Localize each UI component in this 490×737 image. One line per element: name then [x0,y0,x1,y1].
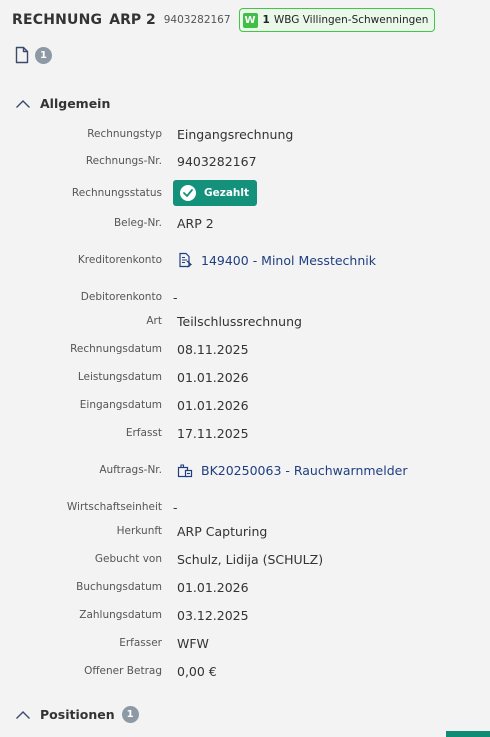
field-value: 01.01.2026 [177,579,249,595]
field-buchungsdatum: Buchungsdatum 01.01.2026 [0,578,490,596]
field-label: Eingangsdatum [79,399,162,411]
field-auftrags-nr: Auftrags-Nr. BK20250063 - Rauchwarnmelde… [0,460,490,480]
field-label: Rechnungstyp [87,128,162,140]
field-label: Rechnungsdatum [70,343,162,355]
field-leistungsdatum: Leistungsdatum 01.01.2026 [0,368,490,386]
field-value: 0,00 € [177,663,217,679]
field-rechnungsdatum: Rechnungsdatum 08.11.2025 [0,340,490,358]
page-header: RECHNUNG ARP 2 9403282167 W 1 WBG Villin… [12,8,436,32]
field-eingangsdatum: Eingangsdatum 01.01.2026 [0,396,490,414]
file-icon[interactable] [15,46,29,64]
field-zahlungsdatum: Zahlungsdatum 03.12.2025 [0,606,490,624]
field-herkunft: Herkunft ARP Capturing [0,522,490,540]
field-label: Rechnungsstatus [71,187,162,199]
chevron-up-icon [16,99,30,108]
field-value: WFW [177,635,209,651]
order-text: BK20250063 - Rauchwarnmelder [201,462,408,478]
check-circle-icon [180,185,196,201]
section-general-toggle[interactable]: Allgemein [15,96,110,111]
field-gebucht-von: Gebucht von Schulz, Lidija (SCHULZ) [0,550,490,568]
field-value: 01.01.2026 [177,397,249,413]
field-art: Art Teilschlussrechnung [0,312,490,330]
field-erfasser: Erfasser WFW [0,634,490,652]
field-value: - [173,499,178,515]
field-value: Eingangsrechnung [177,126,294,142]
field-rechnungstyp: Rechnungstyp Eingangsrechnung [0,125,490,143]
field-rechnungs-nr: Rechnungs-Nr. 9403282167 [0,152,490,170]
field-value: 01.01.2026 [177,369,249,385]
status-label: Gezahlt [204,187,250,199]
chevron-up-icon [16,710,30,719]
field-label: Kreditorenkonto [77,254,162,266]
order-link[interactable]: BK20250063 - Rauchwarnmelder [177,462,407,478]
field-label: Auftrags-Nr. [99,464,162,476]
field-value: 08.11.2025 [177,341,249,357]
field-rechnungsstatus: Rechnungsstatus Gezahlt [0,180,490,206]
field-value: Schulz, Lidija (SCHULZ) [177,551,324,567]
field-label: Herkunft [116,525,162,537]
creditor-account-link[interactable]: 149400 - Minol Messtechnik [177,252,376,268]
attachments-row[interactable]: 1 [15,46,52,64]
document-type: RECHNUNG [12,12,103,28]
attachment-count-badge: 1 [35,46,52,64]
company-code: 1 [262,14,270,26]
field-erfasst: Erfasst 17.11.2025 [0,424,490,442]
field-value: 17.11.2025 [177,425,249,441]
field-value: 9403282167 [177,153,257,169]
section-general-title: Allgemein [40,96,111,111]
order-icon [177,464,193,478]
company-name: WBG Villingen-Schwenningen [273,14,429,26]
company-badge[interactable]: W 1 WBG Villingen-Schwenningen [238,8,436,32]
document-number: 9403282167 [163,14,231,26]
field-label: Gebucht von [94,553,162,565]
creditor-account-icon [179,252,193,268]
field-value: 03.12.2025 [177,607,249,623]
field-label: Erfasst [125,427,162,439]
bottom-accent-bar [446,731,490,737]
field-label: Rechnungs-Nr. [85,155,162,167]
field-kreditorenkonto: Kreditorenkonto 149400 - Minol Messtechn… [0,250,490,270]
company-logo-icon: W [242,12,258,28]
field-label: Offener Betrag [84,665,162,677]
section-positions-toggle[interactable]: Positionen 1 [15,706,139,723]
field-value: - [173,289,178,305]
field-label: Erfasser [119,637,162,649]
field-value: ARP Capturing [177,523,268,539]
field-label: Wirtschaftseinheit [66,501,162,513]
field-label: Zahlungsdatum [79,609,162,621]
field-label: Debitorenkonto [80,291,162,303]
positions-count-badge: 1 [121,706,139,723]
field-beleg-nr: Beleg-Nr. ARP 2 [0,214,490,232]
field-label: Art [146,315,162,327]
field-offener-betrag: Offener Betrag 0,00 € [0,662,490,680]
field-value: Teilschlussrechnung [177,313,302,329]
field-wirtschaftseinheit: Wirtschaftseinheit - [0,498,490,516]
field-label: Beleg-Nr. [113,217,162,229]
creditor-account-text: 149400 - Minol Messtechnik [201,252,376,268]
document-id: ARP 2 [109,12,156,28]
field-label: Buchungsdatum [76,581,162,593]
field-debitorenkonto: Debitorenkonto - [0,288,490,306]
field-value: ARP 2 [177,215,214,231]
status-badge: Gezahlt [173,180,258,206]
section-positions-title: Positionen [40,707,115,722]
field-label: Leistungsdatum [77,371,162,383]
